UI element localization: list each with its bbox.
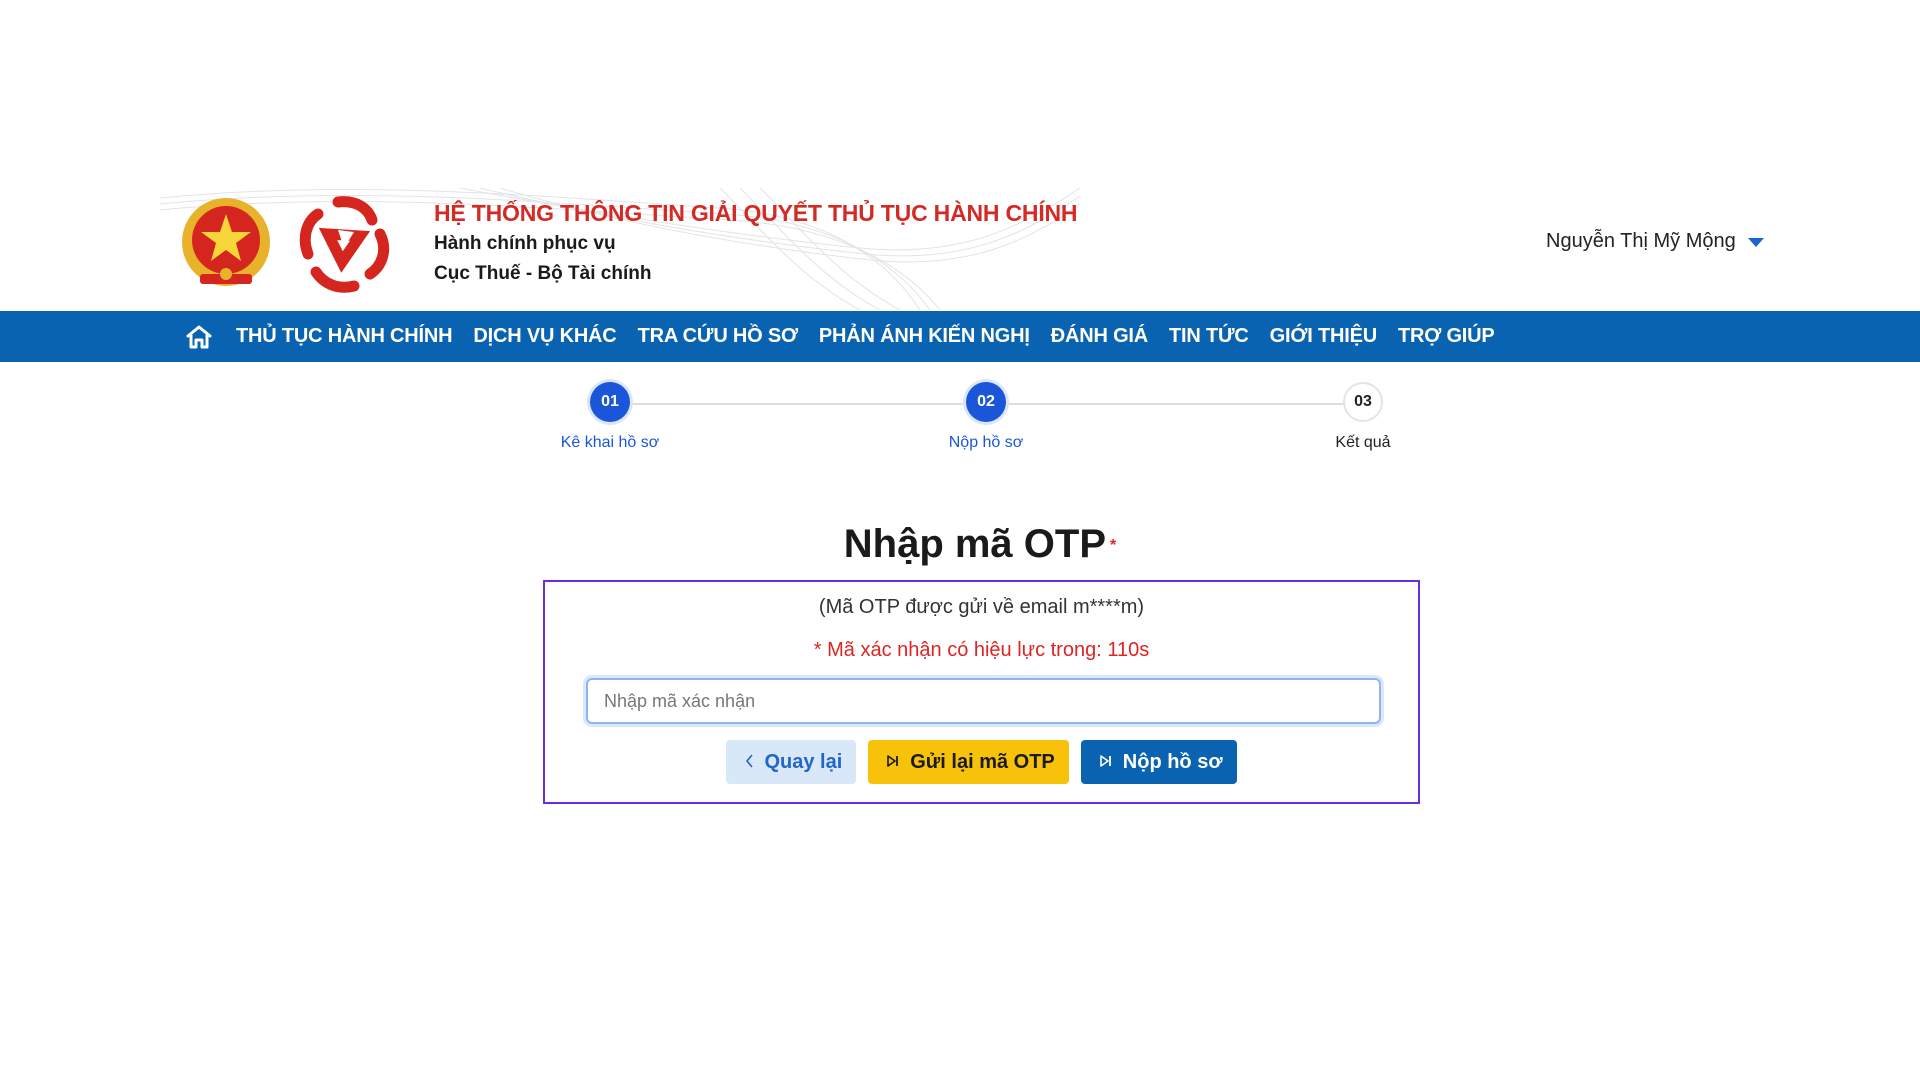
nav-item-phan-anh-kien-nghi[interactable]: PHẢN ÁNH KIẾN NGHỊ (819, 325, 1030, 348)
chevron-left-icon (744, 753, 754, 772)
main-nav: THỦ TỤC HÀNH CHÍNH DỊCH VỤ KHÁC TRA CỨU … (0, 311, 1920, 362)
service-logo (298, 194, 392, 294)
required-mark: * (1110, 537, 1117, 555)
step-label: Kết quả (1335, 434, 1391, 451)
system-subtitle: Hành chính phục vụ (434, 233, 616, 254)
submit-button[interactable]: Nộp hồ sơ (1080, 740, 1237, 784)
step-number: 03 (1343, 382, 1383, 422)
otp-form: (Mã OTP được gửi về email m****m) * Mã x… (543, 580, 1420, 804)
system-title: HỆ THỐNG THÔNG TIN GIẢI QUYẾT THỦ TỤC HÀ… (434, 200, 1078, 226)
step-3: 03 Kết quả (1283, 382, 1443, 452)
step-1: 01 Kê khai hồ sơ (530, 382, 690, 452)
nav-item-gioi-thieu[interactable]: GIỚI THIỆU (1270, 325, 1377, 348)
national-emblem-logo (178, 196, 274, 292)
back-button-label: Quay lại (764, 750, 843, 773)
step-2: 02 Nộp hồ sơ (906, 382, 1066, 452)
user-name: Nguyễn Thị Mỹ Mộng (1546, 230, 1736, 252)
nav-item-dich-vu-khac[interactable]: DỊCH VỤ KHÁC (473, 325, 616, 348)
otp-title: Nhập mã OTP * (0, 522, 1920, 567)
caret-down-icon (1747, 238, 1764, 247)
otp-title-text: Nhập mã OTP (843, 522, 1107, 566)
back-button[interactable]: Quay lại (726, 740, 857, 784)
skip-forward-icon (1099, 754, 1113, 771)
nav-item-thu-tuc-hanh-chinh[interactable]: THỦ TỤC HÀNH CHÍNH (236, 325, 453, 348)
home-icon[interactable] (184, 322, 214, 352)
step-number: 01 (590, 382, 630, 422)
otp-email-note: (Mã OTP được gửi về email m****m) (818, 596, 1145, 618)
otp-actions: Quay lại Gửi lại mã OTP Nộp hồ sơ (545, 740, 1418, 784)
nav-item-danh-gia[interactable]: ĐÁNH GIÁ (1051, 325, 1148, 348)
skip-forward-icon (886, 754, 900, 771)
resend-otp-label: Gửi lại mã OTP (910, 750, 1055, 773)
otp-input[interactable] (586, 678, 1381, 724)
user-menu[interactable]: Nguyễn Thị Mỹ Mộng (1546, 230, 1764, 253)
submit-button-label: Nộp hồ sơ (1122, 750, 1223, 773)
nav-item-tin-tuc[interactable]: TIN TỨC (1169, 325, 1249, 348)
step-number: 02 (966, 382, 1006, 422)
nav-item-tra-cuu-ho-so[interactable]: TRA CỨU HỒ SƠ (638, 325, 799, 348)
nav-item-tro-giup[interactable]: TRỢ GIÚP (1398, 325, 1495, 348)
step-label: Nộp hồ sơ (948, 434, 1024, 451)
agency-name: Cục Thuế - Bộ Tài chính (434, 263, 652, 284)
resend-otp-button[interactable]: Gửi lại mã OTP (868, 740, 1069, 784)
otp-timer: * Mã xác nhận có hiệu lực trong: 110s (813, 639, 1150, 661)
step-label: Kê khai hồ sơ (560, 434, 660, 451)
